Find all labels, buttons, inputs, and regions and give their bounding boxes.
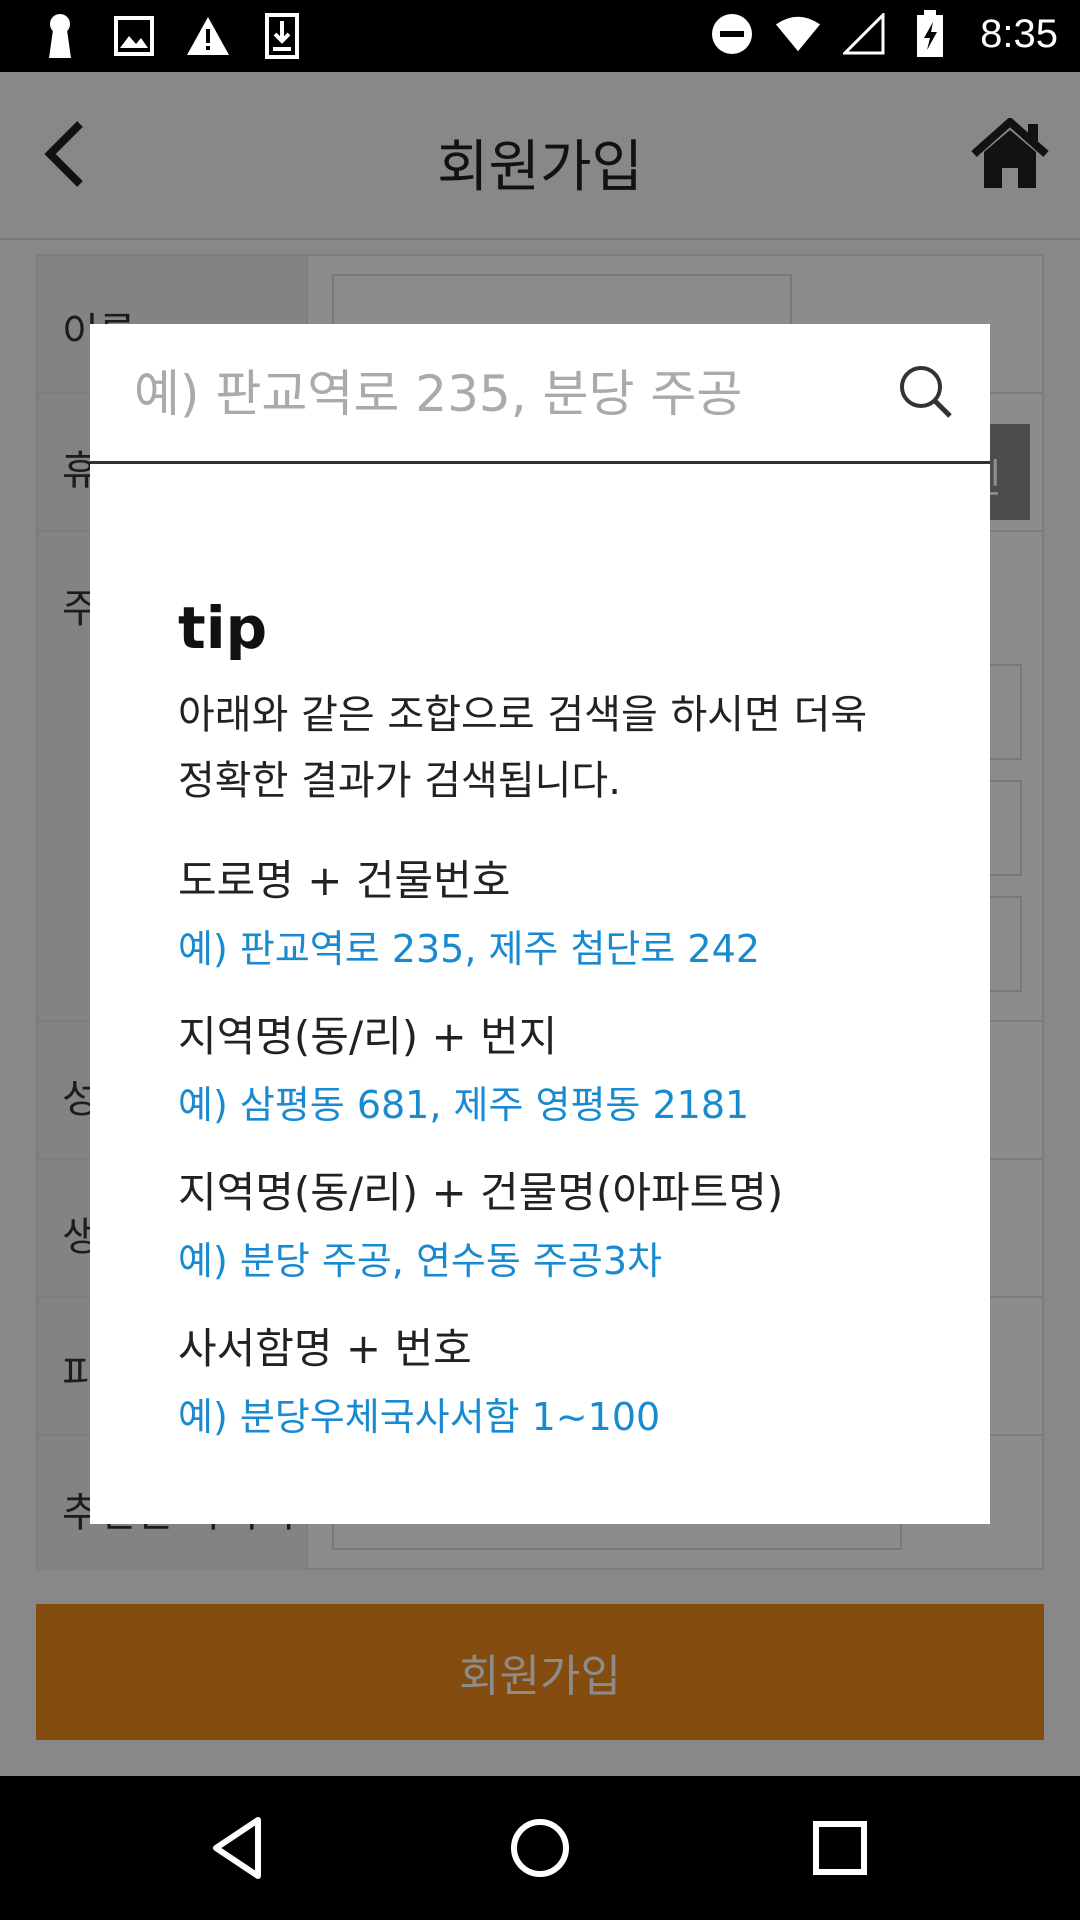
keyhole-icon bbox=[36, 12, 84, 60]
nav-home-button[interactable] bbox=[500, 1808, 580, 1888]
address-search-input[interactable] bbox=[134, 352, 854, 436]
search-button[interactable] bbox=[898, 364, 954, 420]
address-search-dialog: tip 아래와 같은 조합으로 검색을 하시면 더욱 정확한 결과가 검색됩니다… bbox=[90, 324, 990, 1524]
nav-recents-button[interactable] bbox=[800, 1808, 880, 1888]
tip-item: 지역명(동/리) + 번지 예) 삼평동 681, 제주 영평동 2181 bbox=[178, 1004, 938, 1140]
tip-item-head: 지역명(동/리) + 건물명(아파트명) bbox=[178, 1168, 784, 1217]
tip-item: 사서함명 + 번호 예) 분당우체국사서함 1~100 bbox=[178, 1316, 938, 1452]
search-bar bbox=[90, 324, 990, 464]
triangle-back-icon bbox=[213, 1817, 261, 1879]
tip-item-example: 예) 삼평동 681, 제주 영평동 2181 bbox=[178, 1083, 750, 1127]
tip-item: 도로명 + 건물번호 예) 판교역로 235, 제주 첨단로 242 bbox=[178, 848, 938, 984]
warning-icon bbox=[184, 12, 232, 60]
status-bar: 8:35 bbox=[0, 0, 1080, 72]
tip-item-example: 예) 분당 주공, 연수동 주공3차 bbox=[178, 1239, 662, 1283]
battery-charging-icon bbox=[906, 10, 954, 58]
navigation-bar bbox=[0, 1776, 1080, 1920]
clock: 8:35 bbox=[980, 11, 1058, 56]
circle-home-icon bbox=[511, 1819, 569, 1877]
search-icon bbox=[900, 366, 952, 418]
tip-item-head: 도로명 + 건물번호 bbox=[178, 856, 511, 905]
wifi-icon bbox=[774, 10, 822, 58]
tip-item: 지역명(동/리) + 건물명(아파트명) 예) 분당 주공, 연수동 주공3차 bbox=[178, 1160, 938, 1296]
tip-item-example: 예) 분당우체국사서함 1~100 bbox=[178, 1395, 661, 1439]
nav-back-button[interactable] bbox=[200, 1808, 280, 1888]
tip-title: tip bbox=[178, 594, 268, 662]
tip-item-head: 사서함명 + 번호 bbox=[178, 1324, 472, 1373]
tip-item-example: 예) 판교역로 235, 제주 첨단로 242 bbox=[178, 927, 760, 971]
tip-description: 아래와 같은 조합으로 검색을 하시면 더욱 정확한 결과가 검색됩니다. bbox=[178, 692, 868, 804]
do-not-disturb-icon bbox=[708, 10, 756, 58]
tip-item-head: 지역명(동/리) + 번지 bbox=[178, 1012, 558, 1061]
download-icon bbox=[258, 12, 306, 60]
square-recents-icon bbox=[813, 1821, 867, 1875]
search-tip: tip 아래와 같은 조합으로 검색을 하시면 더욱 정확한 결과가 검색됩니다… bbox=[178, 594, 938, 1472]
image-icon bbox=[110, 12, 158, 60]
signal-icon bbox=[840, 10, 888, 58]
